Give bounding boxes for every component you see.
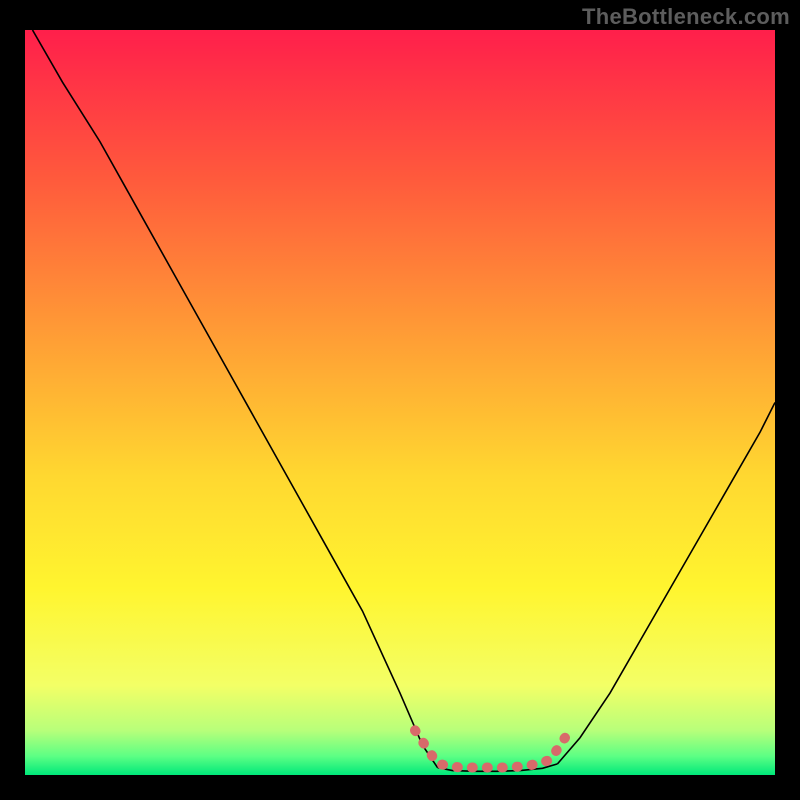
watermark-text: TheBottleneck.com (582, 4, 790, 30)
chart-svg (25, 30, 775, 775)
plot-area (25, 30, 775, 775)
gradient-background (25, 30, 775, 775)
chart-frame: TheBottleneck.com (0, 0, 800, 800)
